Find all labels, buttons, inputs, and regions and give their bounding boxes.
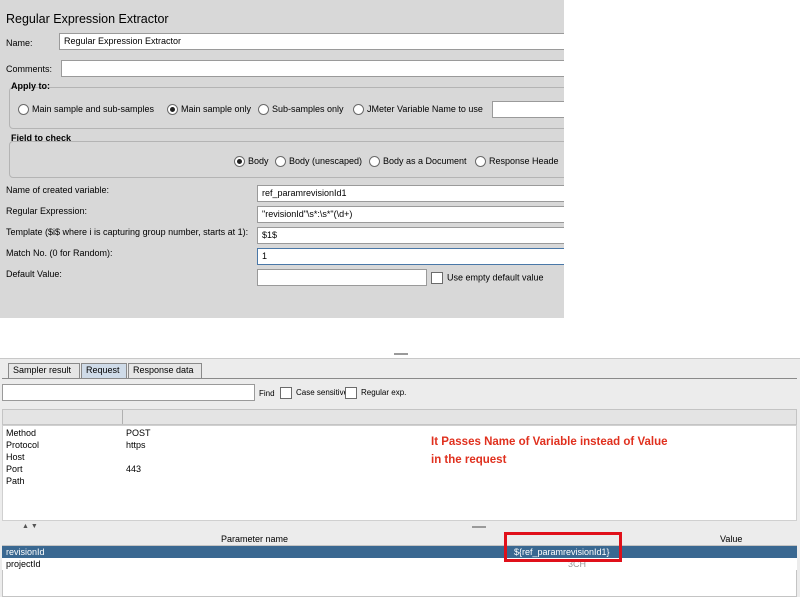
panel-title: Regular Expression Extractor [6,12,169,26]
apply-main-and-sub-radio[interactable]: Main sample and sub-samples [18,104,154,116]
annotation-text-line2: in the request [431,454,507,466]
tab-sampler-result[interactable]: Sampler result [8,363,80,378]
radio-off-icon [353,104,364,116]
annotation-text-line1: It Passes Name of Variable instead of Va… [431,436,668,448]
request-key-method: Method [6,428,37,438]
find-button[interactable]: Find [259,389,275,398]
request-key-port: Port [6,464,23,474]
splitter-grip[interactable] [472,526,486,528]
comments-label: Comments: [6,64,53,74]
tab-response-data[interactable]: Response data [128,363,202,378]
field-body-unescaped-radio[interactable]: Body (unescaped) [275,156,362,168]
param-name-revisionid: revisionId [6,547,45,557]
request-key-path: Path [6,476,25,486]
radio-off-icon [18,104,29,116]
created-variable-label: Name of created variable: [6,185,110,195]
regex-field[interactable]: "revisionId"\s*:\s*"(\d+) [257,206,564,223]
request-key-protocol: Protocol [6,440,40,450]
search-input[interactable] [2,384,255,401]
checkbox-icon [280,387,292,399]
checkbox-icon [345,387,357,399]
default-value-field[interactable] [257,269,427,286]
request-table-header [2,409,797,425]
view-results-panel: Sampler result Request Response data Fin… [0,358,800,597]
param-name-projectid: projectId [6,559,41,569]
radio-off-icon [369,156,380,168]
template-field[interactable]: $1$ [257,227,564,244]
request-value-port: 443 [126,464,142,474]
tab-request[interactable]: Request [81,363,127,378]
regex-extractor-panel: Regular Expression Extractor Name: Regul… [0,0,564,318]
field-body-document-radio[interactable]: Body as a Document [369,156,467,168]
apply-main-only-radio[interactable]: Main sample only [167,104,251,116]
jmeter-variable-input[interactable] [492,101,564,118]
default-value-label: Default Value: [6,269,62,279]
field-to-check-label: Field to check [11,133,72,143]
regex-label: Regular Expression: [6,206,88,216]
parameters-header: Parameter name Value [2,533,797,546]
radio-off-icon [258,104,269,116]
match-no-label: Match No. (0 for Random): [6,248,113,258]
radio-off-icon [475,156,486,168]
comments-field[interactable] [61,60,564,77]
request-value-method: POST [126,428,151,438]
apply-sub-only-radio[interactable]: Sub-samples only [258,104,344,116]
collapse-arrows-icon[interactable]: ▲ ▼ [22,523,38,530]
request-key-host: Host [6,452,25,462]
created-variable-field[interactable]: ref_paramrevisionId1 [257,185,564,202]
name-field[interactable]: Regular Expression Extractor [59,33,564,50]
radio-on-icon [167,104,178,116]
split-pane-grip[interactable] [394,353,408,355]
tab-divider [2,378,797,379]
case-sensitive-checkbox[interactable]: Case sensitive [280,387,348,399]
request-value-protocol: https [126,440,146,450]
table-row[interactable]: revisionId ${ref_paramrevisionId1} [2,546,797,558]
header-value: Value [720,534,743,544]
field-body-radio[interactable]: Body [234,156,269,168]
checkbox-icon [431,272,443,284]
request-table [2,425,797,521]
template-label: Template ($i$ where i is capturing group… [6,227,249,237]
regular-exp-checkbox[interactable]: Regular exp. [345,387,406,399]
field-response-headers-radio[interactable]: Response Heade [475,156,559,168]
header-divider [122,410,123,424]
apply-to-label: Apply to: [11,81,50,91]
name-label: Name: [6,38,33,48]
radio-off-icon [275,156,286,168]
table-row[interactable]: projectId 3CH [2,558,797,570]
header-parameter-name: Parameter name [221,534,289,544]
radio-on-icon [234,156,245,168]
highlight-box [504,532,622,562]
use-empty-default-checkbox[interactable]: Use empty default value [431,272,544,284]
match-no-field[interactable]: 1 [257,248,564,265]
apply-jmeter-variable-radio[interactable]: JMeter Variable Name to use [353,104,483,116]
